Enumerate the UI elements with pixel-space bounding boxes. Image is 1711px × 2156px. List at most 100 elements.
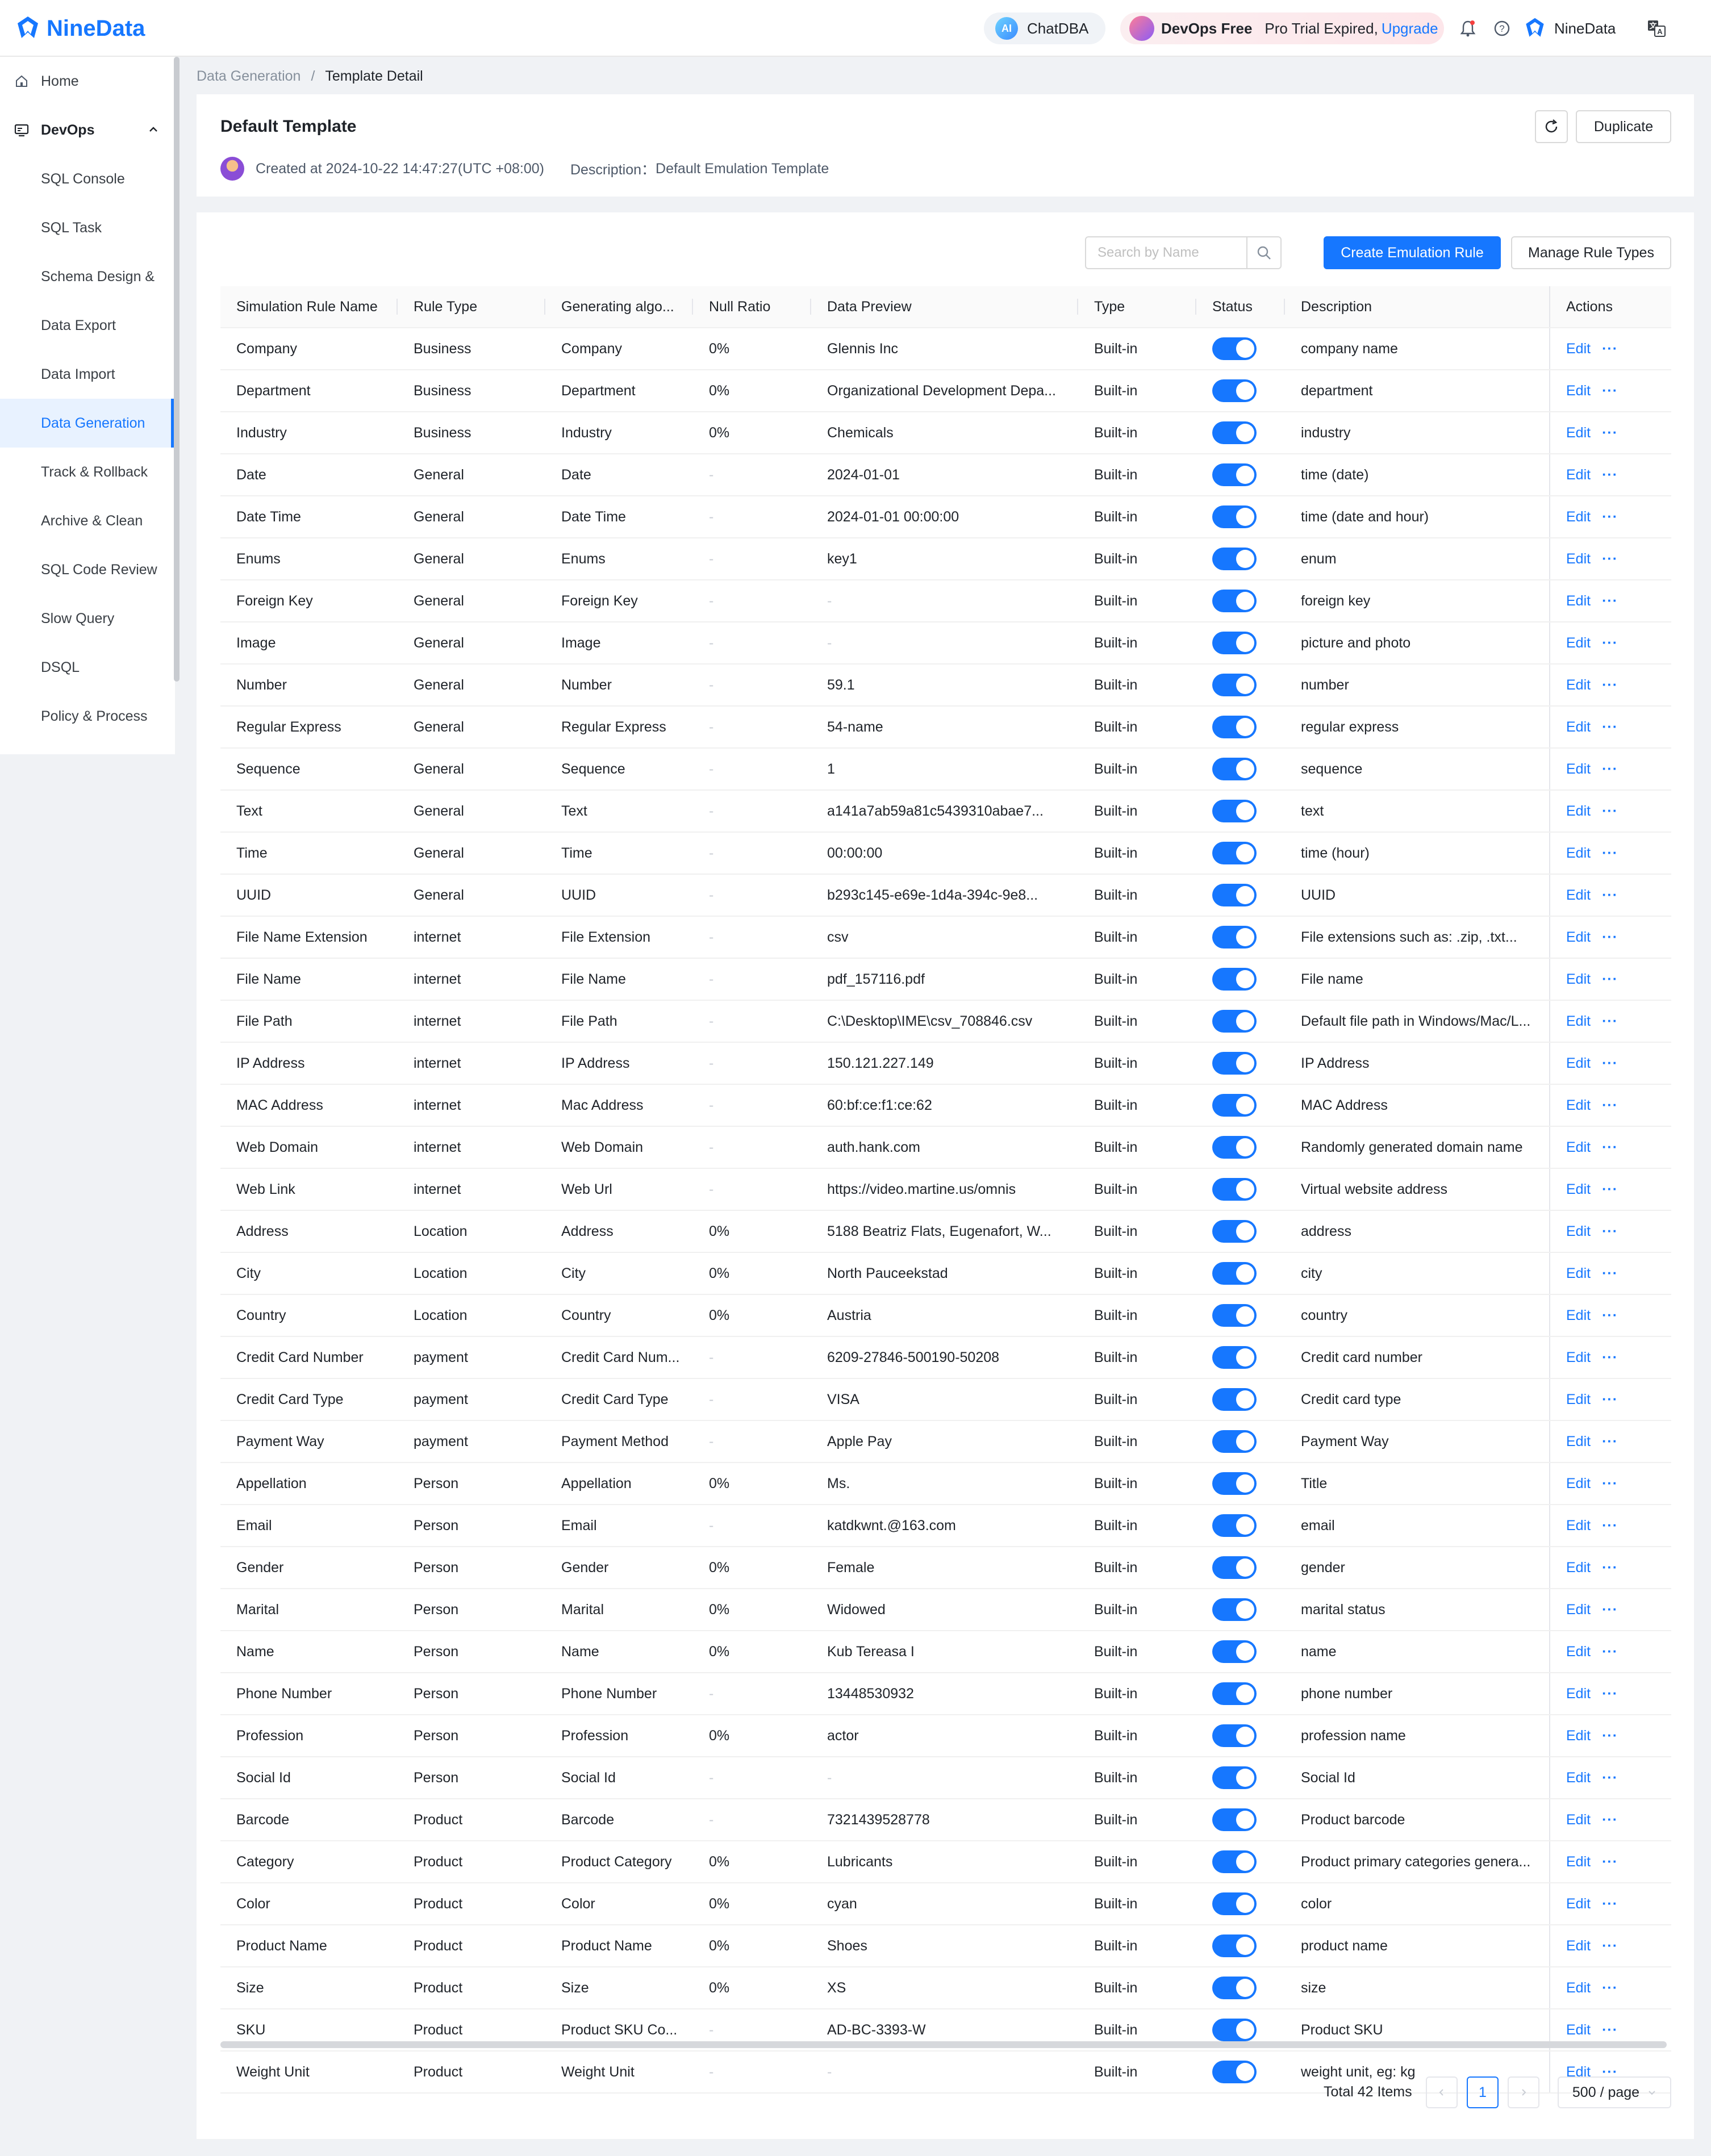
- sidebar-group-devops[interactable]: DevOps: [0, 106, 174, 154]
- edit-link[interactable]: Edit: [1566, 1686, 1591, 1702]
- edit-link[interactable]: Edit: [1566, 1055, 1591, 1071]
- more-actions-icon[interactable]: ···: [1602, 635, 1618, 651]
- pagination-next-button[interactable]: [1508, 2076, 1539, 2108]
- more-actions-icon[interactable]: ···: [1602, 1139, 1618, 1155]
- status-toggle[interactable]: [1212, 1892, 1257, 1915]
- status-toggle[interactable]: [1212, 1472, 1257, 1495]
- edit-link[interactable]: Edit: [1566, 1349, 1591, 1365]
- edit-link[interactable]: Edit: [1566, 1181, 1591, 1197]
- chatdba-button[interactable]: AI ChatDBA: [984, 12, 1105, 44]
- status-toggle[interactable]: [1212, 1724, 1257, 1747]
- status-toggle[interactable]: [1212, 548, 1257, 570]
- edit-link[interactable]: Edit: [1566, 971, 1591, 987]
- more-actions-icon[interactable]: ···: [1602, 1812, 1618, 1828]
- status-toggle[interactable]: [1212, 379, 1257, 402]
- more-actions-icon[interactable]: ···: [1602, 1602, 1618, 1618]
- page-size-select[interactable]: 500 / page: [1558, 2076, 1671, 2108]
- search-icon[interactable]: [1246, 237, 1280, 268]
- status-toggle[interactable]: [1212, 1598, 1257, 1621]
- more-actions-icon[interactable]: ···: [1602, 593, 1618, 609]
- more-actions-icon[interactable]: ···: [1602, 1686, 1618, 1702]
- more-actions-icon[interactable]: ···: [1602, 1518, 1618, 1534]
- edit-link[interactable]: Edit: [1566, 383, 1591, 399]
- pagination-prev-button[interactable]: [1426, 2076, 1458, 2108]
- status-toggle[interactable]: [1212, 1766, 1257, 1789]
- status-toggle[interactable]: [1212, 1934, 1257, 1957]
- edit-link[interactable]: Edit: [1566, 677, 1591, 693]
- edit-link[interactable]: Edit: [1566, 1854, 1591, 1870]
- status-toggle[interactable]: [1212, 1514, 1257, 1537]
- status-toggle[interactable]: [1212, 1977, 1257, 1999]
- bell-icon[interactable]: [1458, 18, 1478, 39]
- more-actions-icon[interactable]: ···: [1602, 551, 1618, 567]
- more-actions-icon[interactable]: ···: [1602, 1265, 1618, 1281]
- more-actions-icon[interactable]: ···: [1602, 1013, 1618, 1029]
- more-actions-icon[interactable]: ···: [1602, 845, 1618, 861]
- edit-link[interactable]: Edit: [1566, 1602, 1591, 1618]
- edit-link[interactable]: Edit: [1566, 341, 1591, 357]
- status-toggle[interactable]: [1212, 716, 1257, 738]
- status-toggle[interactable]: [1212, 1052, 1257, 1075]
- status-toggle[interactable]: [1212, 842, 1257, 864]
- status-toggle[interactable]: [1212, 1010, 1257, 1033]
- edit-link[interactable]: Edit: [1566, 845, 1591, 861]
- sidebar-item-home[interactable]: Home: [0, 57, 174, 106]
- more-actions-icon[interactable]: ···: [1602, 467, 1618, 483]
- duplicate-button[interactable]: Duplicate: [1576, 110, 1671, 143]
- create-emulation-rule-button[interactable]: Create Emulation Rule: [1324, 236, 1501, 269]
- status-toggle[interactable]: [1212, 2019, 1257, 2041]
- sidebar-item-data-export[interactable]: Data Export: [0, 301, 174, 350]
- edit-link[interactable]: Edit: [1566, 719, 1591, 735]
- more-actions-icon[interactable]: ···: [1602, 1392, 1618, 1407]
- status-toggle[interactable]: [1212, 1850, 1257, 1873]
- edit-link[interactable]: Edit: [1566, 1644, 1591, 1660]
- edit-link[interactable]: Edit: [1566, 467, 1591, 483]
- more-actions-icon[interactable]: ···: [1602, 1055, 1618, 1071]
- sidebar-item-policy-process[interactable]: Policy & Process: [0, 692, 174, 741]
- edit-link[interactable]: Edit: [1566, 1728, 1591, 1744]
- sidebar-scrollbar[interactable]: [174, 57, 180, 682]
- edit-link[interactable]: Edit: [1566, 1307, 1591, 1323]
- edit-link[interactable]: Edit: [1566, 1139, 1591, 1155]
- edit-link[interactable]: Edit: [1566, 1896, 1591, 1912]
- status-toggle[interactable]: [1212, 1262, 1257, 1285]
- refresh-button[interactable]: [1535, 110, 1568, 143]
- edit-link[interactable]: Edit: [1566, 509, 1591, 525]
- status-toggle[interactable]: [1212, 632, 1257, 654]
- edit-link[interactable]: Edit: [1566, 1560, 1591, 1576]
- sidebar-item-archive-clean[interactable]: Archive & Clean: [0, 496, 174, 545]
- help-icon[interactable]: ?: [1492, 18, 1512, 39]
- status-toggle[interactable]: [1212, 2061, 1257, 2083]
- upgrade-link[interactable]: Upgrade: [1382, 20, 1438, 37]
- more-actions-icon[interactable]: ···: [1602, 1980, 1618, 1996]
- status-toggle[interactable]: [1212, 421, 1257, 444]
- status-toggle[interactable]: [1212, 1640, 1257, 1663]
- status-toggle[interactable]: [1212, 968, 1257, 991]
- edit-link[interactable]: Edit: [1566, 1013, 1591, 1029]
- status-toggle[interactable]: [1212, 926, 1257, 949]
- status-toggle[interactable]: [1212, 1220, 1257, 1243]
- sidebar-item-track-rollback[interactable]: Track & Rollback: [0, 448, 174, 496]
- more-actions-icon[interactable]: ···: [1602, 971, 1618, 987]
- edit-link[interactable]: Edit: [1566, 1518, 1591, 1534]
- status-toggle[interactable]: [1212, 505, 1257, 528]
- more-actions-icon[interactable]: ···: [1602, 1854, 1618, 1870]
- status-toggle[interactable]: [1212, 1346, 1257, 1369]
- more-actions-icon[interactable]: ···: [1602, 1938, 1618, 1954]
- more-actions-icon[interactable]: ···: [1602, 1560, 1618, 1576]
- edit-link[interactable]: Edit: [1566, 887, 1591, 903]
- more-actions-icon[interactable]: ···: [1602, 887, 1618, 903]
- more-actions-icon[interactable]: ···: [1602, 1223, 1618, 1239]
- edit-link[interactable]: Edit: [1566, 1265, 1591, 1281]
- status-toggle[interactable]: [1212, 1094, 1257, 1117]
- more-actions-icon[interactable]: ···: [1602, 341, 1618, 357]
- edit-link[interactable]: Edit: [1566, 1434, 1591, 1449]
- status-toggle[interactable]: [1212, 1304, 1257, 1327]
- edit-link[interactable]: Edit: [1566, 1392, 1591, 1407]
- more-actions-icon[interactable]: ···: [1602, 1349, 1618, 1365]
- edit-link[interactable]: Edit: [1566, 2022, 1591, 2038]
- devops-plan-banner[interactable]: DevOps Free Pro Trial Expired, Upgrade: [1120, 12, 1444, 44]
- status-toggle[interactable]: [1212, 800, 1257, 822]
- more-actions-icon[interactable]: ···: [1602, 1307, 1618, 1323]
- edit-link[interactable]: Edit: [1566, 593, 1591, 609]
